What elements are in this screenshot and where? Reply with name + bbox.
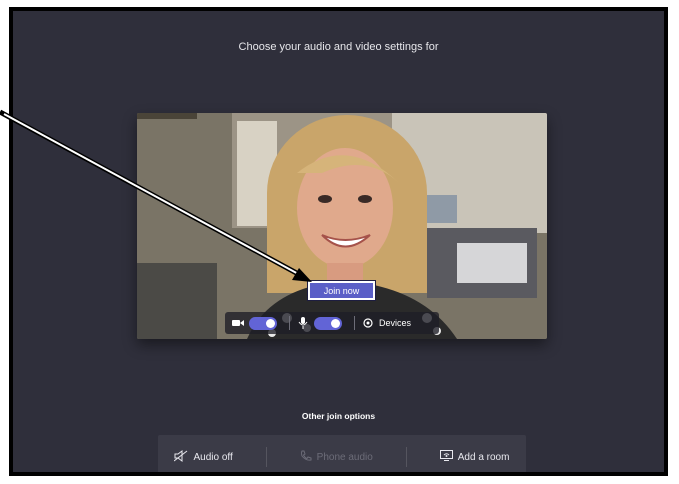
divider [405,447,407,467]
other-join-options-title: Other join options [301,411,376,421]
phone-audio-label: Phone audio [316,451,373,463]
devices-label: Devices [379,318,412,328]
audio-off-label: Audio off [193,451,233,463]
audio-off-option[interactable]: Audio off [174,449,233,465]
microphone-toggle[interactable] [314,316,342,330]
cast-icon [439,450,453,464]
prejoin-heading: Choose your audio and video settings for [238,41,439,53]
preview-controls-bar: Devices [225,312,439,334]
phone-audio-option[interactable]: Phone audio [300,450,373,465]
devices-button[interactable]: Devices [361,316,411,330]
join-now-button[interactable]: Join now [307,280,376,301]
phone-icon [300,450,312,465]
divider [354,316,355,330]
add-a-room-option[interactable]: Add a room [439,450,510,464]
speaker-off-icon [174,449,188,465]
add-a-room-label: Add a room [457,451,510,463]
other-join-options: Audio off Phone audio Add a room [158,435,526,472]
toggle-knob [266,318,275,328]
video-preview: Join now Devices [137,113,547,339]
camera-feed-image [137,113,547,339]
camera-icon [231,316,245,330]
toggle-knob [331,318,340,328]
camera-toggle[interactable] [249,316,277,330]
gear-icon [361,316,375,330]
divider [289,316,290,330]
teams-prejoin-window: Choose your audio and video settings for [9,7,668,476]
divider [265,447,267,467]
microphone-icon [296,316,310,330]
